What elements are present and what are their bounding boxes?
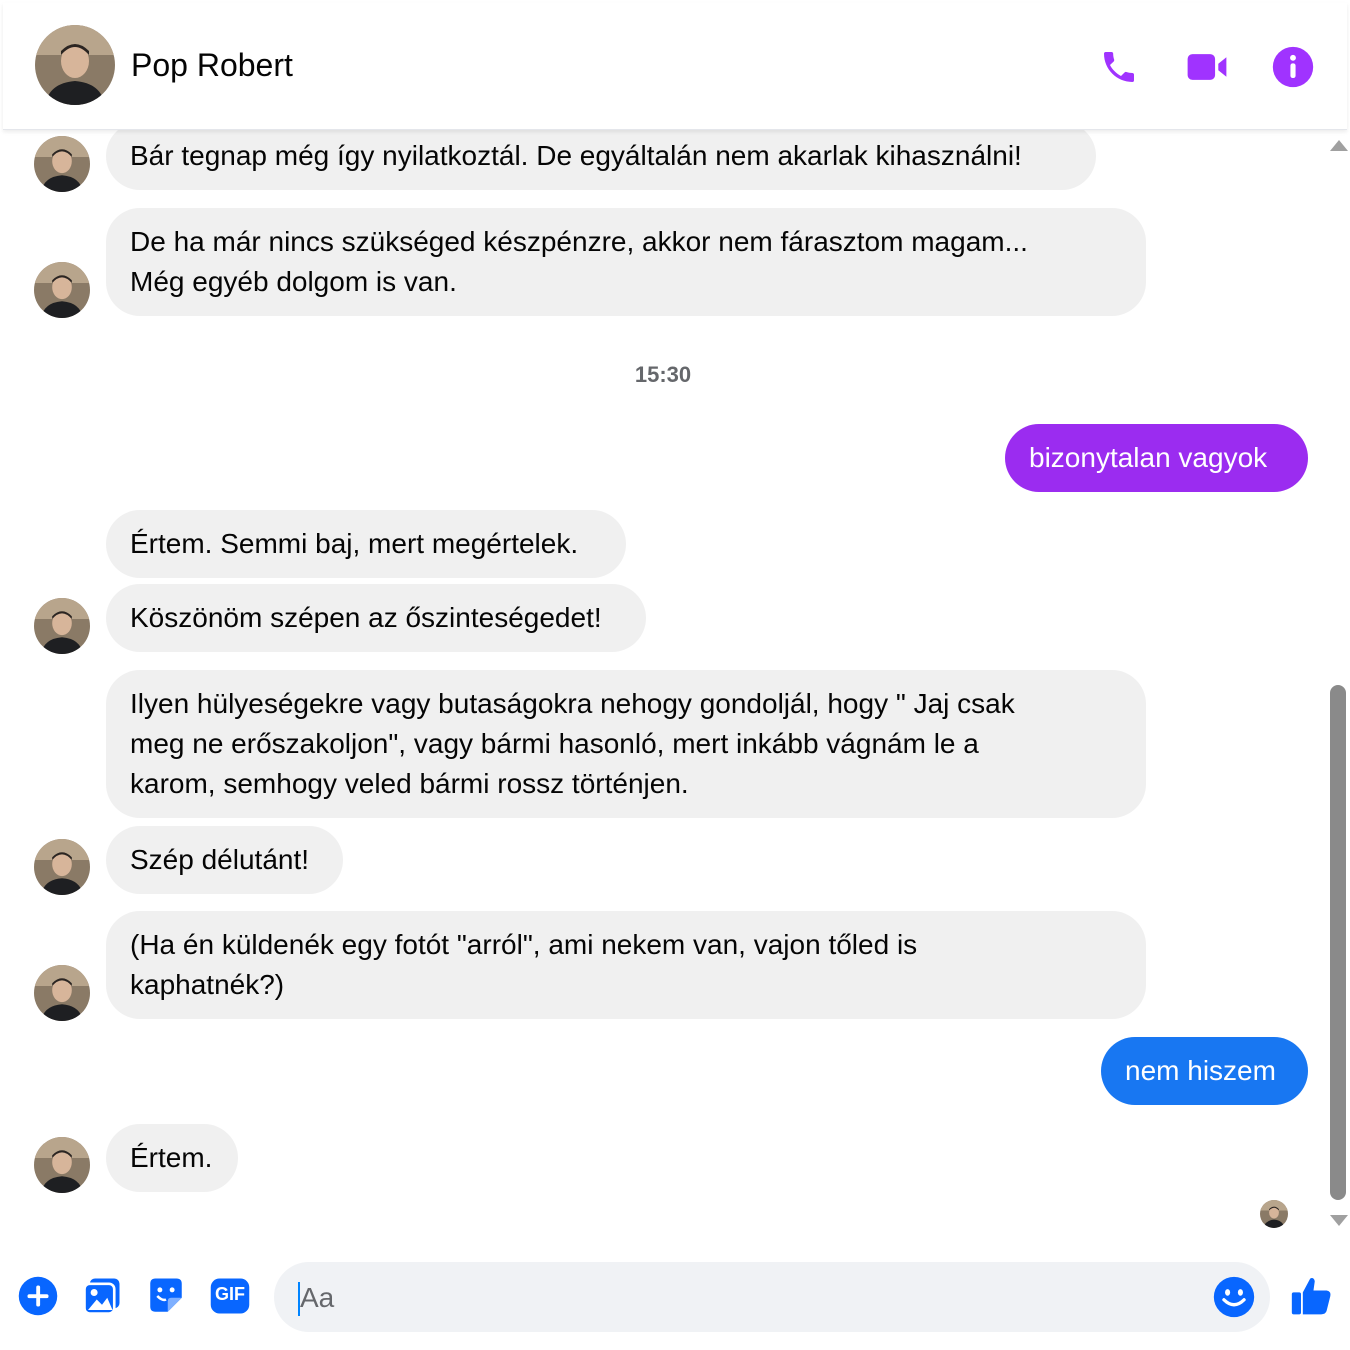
contact-name[interactable]: Pop Robert [131, 47, 293, 84]
sticker-icon[interactable] [144, 1274, 188, 1318]
received-message[interactable]: Ilyen hülyeségekre vagy butaságokra neho… [106, 670, 1146, 818]
scroll-thumb[interactable] [1330, 685, 1346, 1200]
sender-avatar[interactable] [34, 839, 90, 895]
gif-label: GIF [215, 1284, 245, 1304]
video-camera-icon[interactable] [1185, 45, 1229, 89]
chat-header: Pop Robert [3, 3, 1347, 130]
received-message[interactable]: (Ha én küldenék egy fotót "arról", ami n… [106, 911, 1146, 1019]
scroll-up-arrow[interactable] [1330, 140, 1348, 151]
sent-message[interactable]: bizonytalan vagyok [1005, 424, 1308, 492]
info-icon[interactable] [1271, 45, 1315, 89]
message-timestamp: 15:30 [634, 362, 692, 387]
image-icon[interactable] [80, 1274, 124, 1318]
gif-icon[interactable]: GIF [208, 1274, 252, 1318]
sender-avatar[interactable] [34, 1137, 90, 1193]
received-message[interactable]: Értem. [106, 1124, 238, 1192]
sent-message[interactable]: nem hiszem [1101, 1037, 1308, 1105]
plus-icon[interactable] [16, 1274, 60, 1318]
message-thread[interactable]: Bár tegnap még így nyilatkoztál. De egyá… [0, 130, 1326, 1238]
contact-avatar[interactable] [35, 25, 115, 105]
message-input-container[interactable] [274, 1262, 1270, 1334]
phone-icon[interactable] [1097, 45, 1141, 89]
received-message[interactable]: De ha már nincs szükséged készpénzre, ak… [106, 208, 1146, 316]
thread-scrollbar[interactable] [1326, 130, 1350, 1238]
sender-avatar[interactable] [34, 262, 90, 318]
received-message[interactable]: Szép délutánt! [106, 826, 343, 894]
emoji-icon[interactable] [1212, 1275, 1256, 1319]
sender-avatar[interactable] [34, 965, 90, 1021]
received-message[interactable]: Köszönöm szépen az őszinteségedet! [106, 584, 646, 652]
sender-avatar[interactable] [34, 136, 90, 192]
thumbs-up-icon[interactable] [1290, 1274, 1334, 1318]
message-input[interactable] [298, 1262, 1202, 1334]
sender-avatar[interactable] [34, 598, 90, 654]
seen-indicator-avatar [1260, 1200, 1288, 1228]
received-message[interactable]: Értem. Semmi baj, mert megértelek. [106, 510, 626, 578]
message-composer: GIF [0, 1238, 1350, 1350]
received-message[interactable]: Bár tegnap még így nyilatkoztál. De egyá… [106, 130, 1096, 190]
scroll-down-arrow[interactable] [1330, 1215, 1348, 1226]
